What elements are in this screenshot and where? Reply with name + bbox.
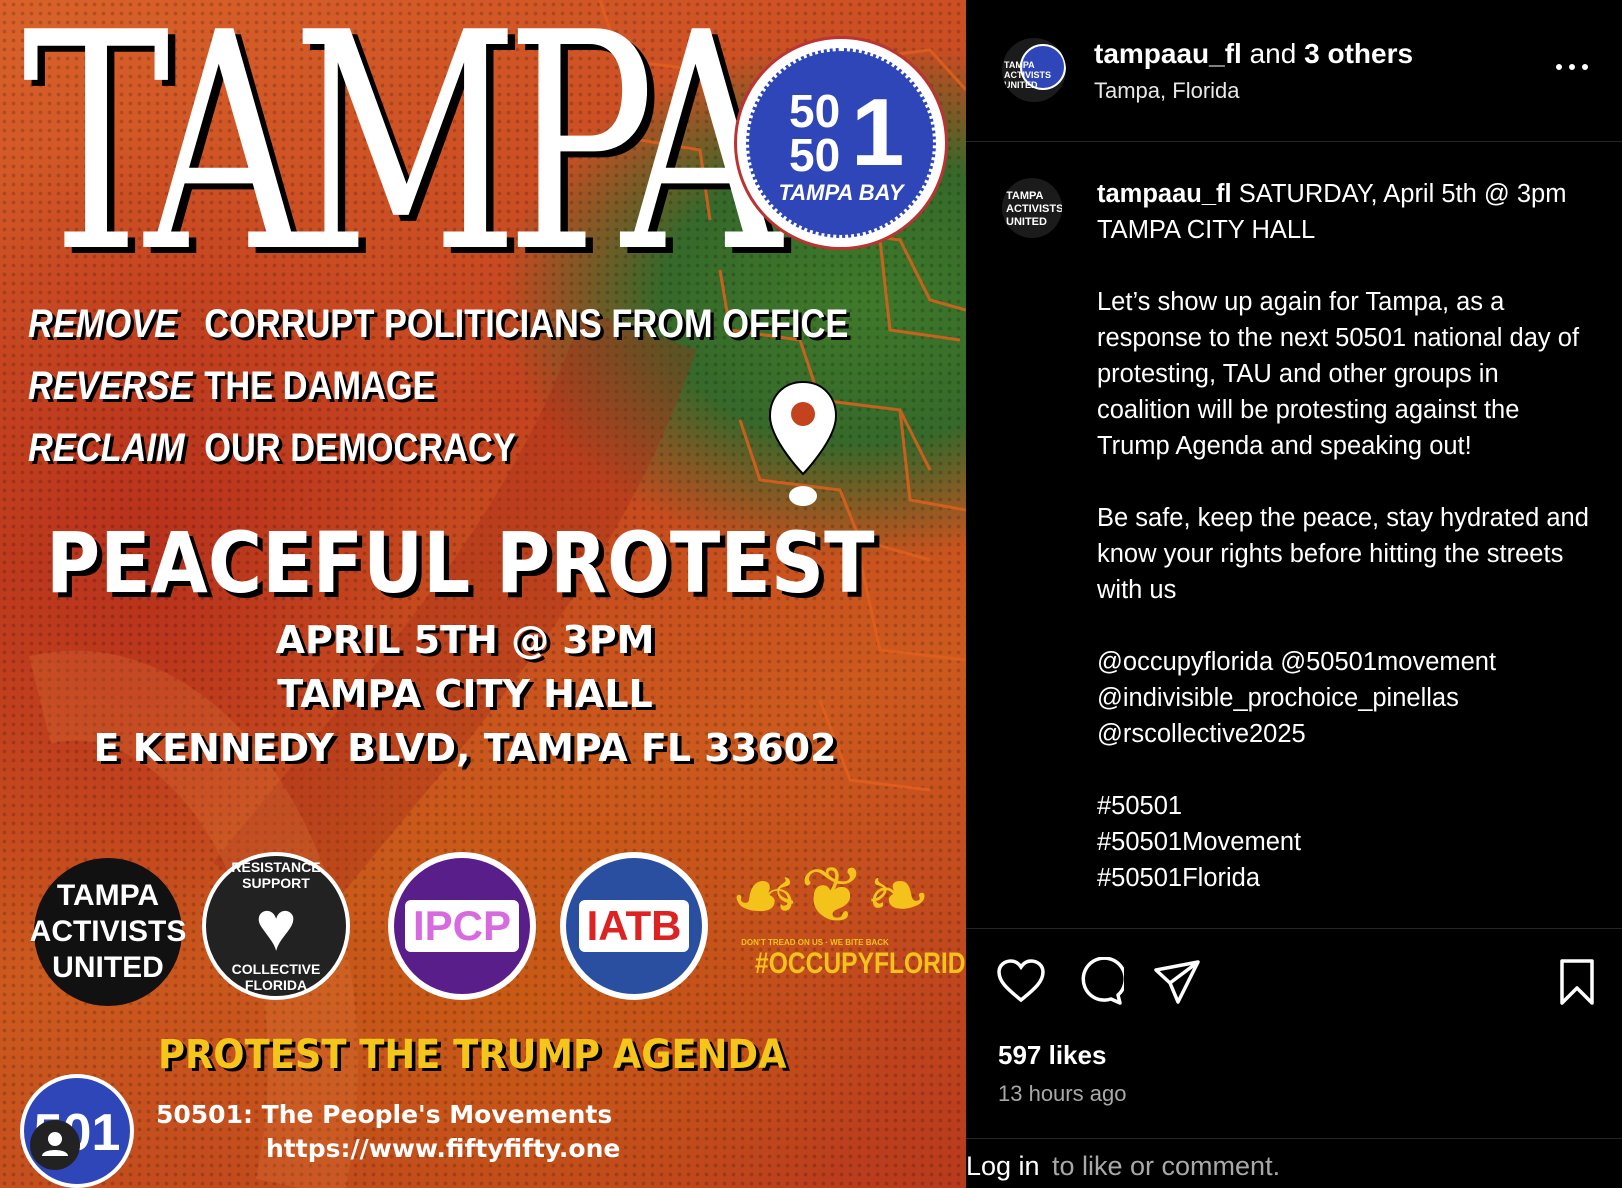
badge-line2: 50 bbox=[789, 129, 841, 181]
heart-handshake-icon: ♥ bbox=[255, 887, 297, 965]
post-authors: tampaau_fl and 3 others bbox=[1094, 36, 1413, 72]
caption-hashtags[interactable]: #50501 #50501Movement #50501Florida bbox=[1097, 788, 1597, 896]
login-prompt: Log in to like or comment. bbox=[966, 1138, 1622, 1188]
login-prompt-text: to like or comment. bbox=[1052, 1151, 1281, 1181]
slogan-reclaim: RECLAIM OUR DEMOCRACY bbox=[28, 426, 516, 470]
resistance-support-logo: RESISTANCE SUPPORT ♥ COLLECTIVE FLORIDA bbox=[202, 852, 350, 1000]
event-venue: TAMPA CITY HALL bbox=[277, 672, 653, 716]
slogan-verb: RECLAIM bbox=[28, 426, 185, 470]
post-actions: 597 likes 13 hours ago bbox=[966, 928, 1622, 1138]
more-horizontal-icon[interactable] bbox=[1554, 56, 1590, 76]
slogan-text: CORRUPT POLITICIANS FROM OFFICE bbox=[204, 302, 849, 346]
login-link[interactable]: Log in bbox=[966, 1149, 1040, 1183]
slogan-verb: REMOVE bbox=[28, 302, 178, 346]
caption-scroll-area[interactable]: TAMPA ACTIVISTS UNITED tampaau_fl SATURD… bbox=[966, 142, 1622, 928]
occupy-tag: #OCCUPYFLORIDA bbox=[755, 947, 966, 980]
caption-mentions[interactable]: @occupyflorida @50501movement @indivisib… bbox=[1097, 644, 1597, 752]
likes-count[interactable]: 597 likes bbox=[998, 1039, 1106, 1071]
slogan-verb: REVERSE bbox=[28, 364, 193, 408]
location-link[interactable]: Tampa, Florida bbox=[1094, 76, 1240, 106]
post-timestamp[interactable]: 13 hours ago bbox=[998, 1079, 1126, 1109]
poster-call: PROTEST THE TRUMP AGENDA bbox=[158, 1032, 787, 1078]
poster-title: TAMPA bbox=[22, 0, 782, 318]
ipcp-text: IPCP bbox=[404, 900, 520, 952]
post-header: TAMPA ACTIVISTS UNITED tampaau_fl and 3 … bbox=[966, 0, 1622, 142]
ipcp-logo: IPCP bbox=[388, 852, 536, 1000]
avatar-text: TAMPA ACTIVISTS UNITED bbox=[1004, 60, 1052, 90]
location-pin-icon bbox=[768, 380, 838, 506]
avatar-text: TAMPA ACTIVISTS UNITED bbox=[1006, 190, 1062, 228]
uterus-icon: ☙❦❧ bbox=[730, 851, 931, 939]
occupy-florida-logo: ☙❦❧ DON'T TREAD ON US · WE BITE BACK #OC… bbox=[730, 851, 966, 1002]
slogan-text: THE DAMAGE bbox=[204, 364, 436, 408]
rs-bottom-text: COLLECTIVE FLORIDA bbox=[231, 961, 321, 993]
authors-joiner: and bbox=[1249, 38, 1297, 69]
caption-paragraph: Let’s show up again for Tampa, as a resp… bbox=[1097, 288, 1580, 460]
slogan-remove: REMOVE CORRUPT POLITICIANS FROM OFFICE bbox=[28, 302, 848, 346]
poster-footer-url: https://www.fiftyfifty.one bbox=[266, 1134, 621, 1163]
post-side-panel: TAMPA ACTIVISTS UNITED tampaau_fl and 3 … bbox=[966, 0, 1622, 1188]
poster-footer-org: 50501: The People's Movements bbox=[156, 1100, 613, 1129]
event-address: E KENNEDY BLVD, TAMPA FL 33602 bbox=[93, 726, 837, 770]
heart-icon[interactable] bbox=[996, 957, 1046, 1007]
iatb-logo: IATB bbox=[560, 852, 708, 1000]
comment-icon[interactable] bbox=[1074, 957, 1124, 1007]
tagged-user-icon[interactable] bbox=[30, 1120, 80, 1170]
share-icon[interactable] bbox=[1152, 957, 1202, 1007]
slogan-text: OUR DEMOCRACY bbox=[204, 426, 516, 470]
event-date: APRIL 5TH @ 3PM bbox=[275, 618, 655, 662]
others-link[interactable]: 3 others bbox=[1304, 38, 1413, 69]
iatb-text: IATB bbox=[578, 900, 690, 952]
slogan-reverse: REVERSE THE DAMAGE bbox=[28, 364, 436, 408]
post-image[interactable]: TAMPA 50 50 1 TAMPA BAY REMOVE CORRUPT PO… bbox=[0, 0, 966, 1188]
caption-username-link[interactable]: tampaau_fl bbox=[1097, 180, 1232, 208]
poster-headline: PEACEFUL PROTEST bbox=[46, 514, 875, 612]
caption-paragraph: Be safe, keep the peace, stay hydrated a… bbox=[1097, 504, 1589, 604]
caption-author-avatar[interactable]: TAMPA ACTIVISTS UNITED bbox=[1002, 178, 1062, 238]
tau-logo: TAMPA ACTIVISTS UNITED bbox=[30, 858, 186, 1006]
bookmark-icon[interactable] bbox=[1552, 957, 1602, 1007]
badge-big: 1 bbox=[851, 79, 905, 186]
badge-place: TAMPA BAY bbox=[778, 180, 904, 205]
post-caption: tampaau_fl SATURDAY, April 5th @ 3pm TAM… bbox=[1097, 176, 1597, 928]
5050-tampa-bay-badge: 50 50 1 TAMPA BAY bbox=[734, 36, 948, 250]
author-username-link[interactable]: tampaau_fl bbox=[1094, 38, 1242, 69]
author-avatar[interactable]: TAMPA ACTIVISTS UNITED bbox=[1002, 38, 1066, 102]
badge-line1: 50 bbox=[789, 85, 841, 137]
